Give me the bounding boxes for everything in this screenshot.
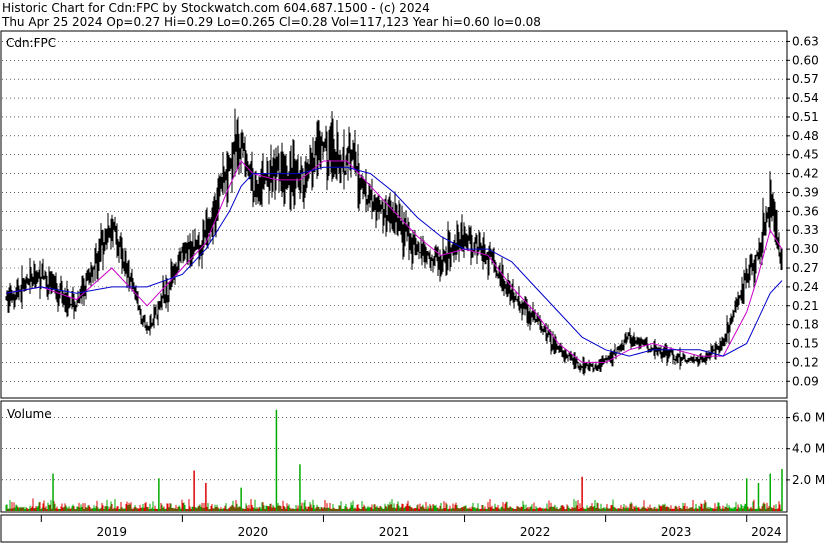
volume-label: Volume [7,407,52,421]
time-axis: 2019 2020 2021 2022 2023 2024 [0,514,788,543]
symbol-label: Cdn:FPC [6,36,56,50]
price-tick-label: 0.18 [792,318,819,332]
price-panel: Cdn:FPC 0.63 0.60 0.57 0.54 0.51 0.48 0.45 0.42… [0,30,819,399]
year-label: 2023 [661,525,692,539]
volume-tick-label: 2.0 M [792,473,825,487]
price-tick-label: 0.42 [792,167,819,181]
volume-axis: 6.0 M 4.0 M 2.0 M [786,411,825,487]
volume-bars [5,409,783,511]
volume-gridlines [2,417,786,481]
volume-panel: Volume 6.0 M 4.0 M 2.0 M [0,400,825,513]
price-tick-label: 0.51 [792,110,819,124]
price-tick-label: 0.63 [792,34,819,48]
price-tick-label: 0.39 [792,185,819,199]
price-tick-label: 0.24 [792,280,819,294]
year-label: 2019 [97,525,128,539]
price-tick-label: 0.48 [792,129,819,143]
year-label: 2022 [520,525,551,539]
price-tick-label: 0.15 [792,337,819,351]
price-axis: 0.63 0.60 0.57 0.54 0.51 0.48 0.45 0.42 0.39 0.36… [786,34,819,388]
price-tick-label: 0.09 [792,374,819,388]
price-tick-label: 0.60 [792,53,819,67]
price-tick-label: 0.30 [792,242,819,256]
price-tick-label: 0.21 [792,299,819,313]
price-bars [5,108,783,376]
volume-tick-label: 6.0 M [792,411,825,425]
year-label: 2020 [238,525,269,539]
price-tick-label: 0.45 [792,148,819,162]
price-tick-label: 0.12 [792,355,819,369]
volume-tick-label: 4.0 M [792,442,825,456]
price-tick-label: 0.57 [792,72,819,86]
price-tick-label: 0.54 [792,91,819,105]
price-tick-label: 0.36 [792,204,819,218]
price-tick-label: 0.27 [792,261,819,275]
year-label: 2024 [751,525,782,539]
year-label: 2021 [379,525,410,539]
year-ticks: 2019 2020 2021 2022 2023 2024 [40,515,782,539]
price-tick-label: 0.33 [792,223,819,237]
stock-chart: Cdn:FPC 0.63 0.60 0.57 0.54 0.51 0.48 0.45 0.42… [0,30,825,543]
